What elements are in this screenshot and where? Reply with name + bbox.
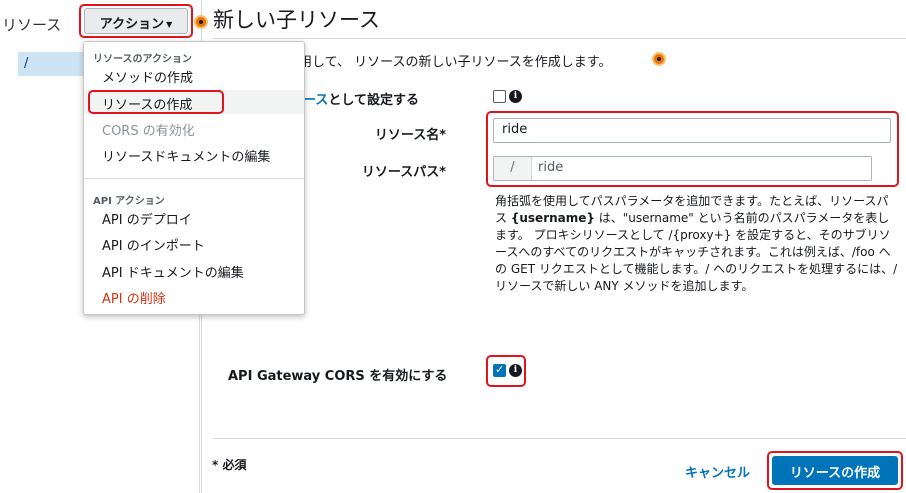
help-text-username: {username} [510,211,595,225]
menu-heading-resource-actions: リソースのアクション [93,54,192,65]
menu-item-delete-api[interactable]: API の削除 [102,288,166,307]
menu-heading-api-actions: API アクション [93,196,165,207]
required-note: * 必須 [212,458,247,472]
menu-item-edit-api-docs[interactable]: API ドキュメントの編集 [102,262,244,281]
resource-path-value: ride [538,160,564,175]
menu-item-import-api[interactable]: API のインポート [102,235,205,254]
proxy-resource-label-text: として設定する [328,93,419,108]
resource-path-input[interactable]: / ride [493,156,872,181]
cancel-button[interactable]: キャンセル [685,462,750,481]
resource-name-label: リソース名* [374,128,446,143]
orange-marker-icon [652,52,666,66]
info-icon[interactable]: i [509,90,522,103]
info-icon[interactable]: i [509,364,522,377]
menu-item-edit-resource-docs[interactable]: リソースドキュメントの編集 [102,146,270,165]
menu-item-deploy-api[interactable]: API のデプロイ [102,209,192,228]
actions-dropdown-button[interactable]: アクション ▼ [84,8,188,34]
resource-path-prefix: / [494,157,532,180]
menu-separator [84,178,304,179]
resource-path-help-text: 角括弧を使用してパスパラメータを追加できます。たとえば、リソースパス {user… [495,193,900,295]
menu-item-create-resource[interactable]: リソースの作成 [102,94,192,113]
page-title: 新しい子リソース [213,8,380,32]
resources-panel-title: リソース [2,16,62,34]
create-resource-button[interactable]: リソースの作成 [772,456,898,485]
menu-item-create-method[interactable]: メソッドの作成 [102,67,193,86]
chevron-down-icon: ▼ [166,20,173,29]
resource-path-label: リソースパス* [361,165,446,180]
proxy-resource-label: ソースとして設定する [290,89,419,108]
menu-item-enable-cors[interactable]: CORS の有効化 [102,120,195,139]
proxy-resource-checkbox[interactable] [493,90,506,103]
orange-marker-icon [194,15,208,29]
actions-dropdown-menu: リソースのアクション メソッドの作成 リソースの作成 CORS の有効化 リソー… [83,41,305,315]
cors-label: API Gateway CORS を有効にする [228,369,448,384]
footer-divider [213,438,906,439]
resource-name-input[interactable]: ride [493,118,891,143]
title-divider [213,38,906,39]
intro-text: 使用して、 リソースの新しい子リソースを作成します。 [286,55,612,70]
cors-checkbox[interactable] [493,363,506,377]
actions-button-label: アクション [99,17,165,32]
